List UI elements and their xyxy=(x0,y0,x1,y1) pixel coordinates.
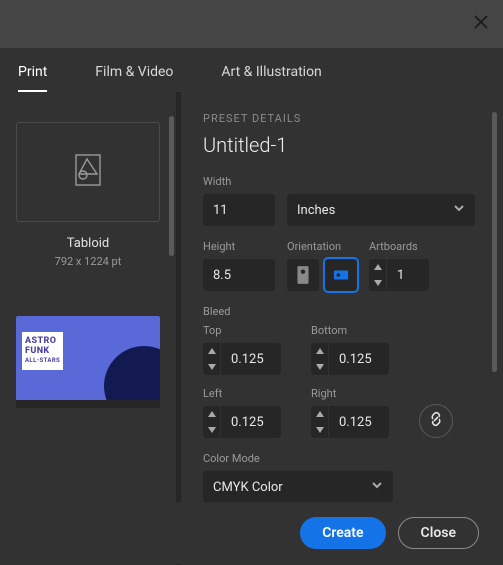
preset-card-tabloid[interactable]: Tabloid 792 x 1224 pt xyxy=(16,122,160,268)
bleed-left-label: Left xyxy=(203,387,293,400)
bleed-left-value: 0.125 xyxy=(221,406,281,438)
height-input[interactable]: 8.5 xyxy=(203,259,275,291)
stepper-down-icon[interactable] xyxy=(311,422,328,438)
stepper-up-icon[interactable] xyxy=(369,259,386,275)
bleed-label: Bleed xyxy=(203,305,475,318)
bleed-top-value: 0.125 xyxy=(221,343,281,375)
bleed-bottom-stepper[interactable]: 0.125 xyxy=(311,343,401,375)
chevron-down-icon xyxy=(453,202,465,218)
close-icon[interactable] xyxy=(473,14,489,34)
artboards-value: 1 xyxy=(387,259,429,291)
artboards-label: Artboards xyxy=(369,240,429,253)
bleed-top-stepper[interactable]: 0.125 xyxy=(203,343,293,375)
orientation-portrait[interactable] xyxy=(287,259,319,291)
preset-size: 792 x 1224 pt xyxy=(16,255,160,268)
bleed-bottom-label: Bottom xyxy=(311,324,401,337)
details-header: PRESET DETAILS xyxy=(203,112,475,125)
link-icon xyxy=(428,411,444,431)
details-scrollbar[interactable] xyxy=(492,112,497,372)
color-mode-select[interactable]: CMYK Color xyxy=(203,471,393,503)
tab-film-video[interactable]: Film & Video xyxy=(95,64,173,92)
stepper-down-icon[interactable] xyxy=(369,275,386,291)
preset-details-panel: PRESET DETAILS Untitled-1 Width 11 Inche… xyxy=(176,92,503,565)
stepper-down-icon[interactable] xyxy=(203,422,220,438)
width-label: Width xyxy=(203,175,475,188)
bleed-right-stepper[interactable]: 0.125 xyxy=(311,406,401,438)
tab-print[interactable]: Print xyxy=(18,64,47,92)
bleed-left-stepper[interactable]: 0.125 xyxy=(203,406,293,438)
orientation-landscape[interactable] xyxy=(325,259,357,291)
tab-art-illustration[interactable]: Art & Illustration xyxy=(221,64,321,92)
link-bleed-button[interactable] xyxy=(419,404,453,438)
artboards-stepper[interactable]: 1 xyxy=(369,259,429,291)
template-thumbnail[interactable]: ASTRO FUNK ALL-STARS xyxy=(16,316,160,408)
stepper-up-icon[interactable] xyxy=(203,406,220,422)
color-mode-value: CMYK Color xyxy=(213,480,283,495)
document-name[interactable]: Untitled-1 xyxy=(203,133,475,157)
width-input[interactable]: 11 xyxy=(203,194,275,226)
units-select[interactable]: Inches xyxy=(287,194,475,226)
bleed-right-label: Right xyxy=(311,387,401,400)
bleed-bottom-value: 0.125 xyxy=(329,343,389,375)
thumbnail-text: ASTRO FUNK ALL-STARS xyxy=(22,332,63,370)
sidebar-scrollbar[interactable] xyxy=(169,116,174,256)
category-tabs: Print Film & Video Art & Illustration xyxy=(0,48,503,92)
height-label: Height xyxy=(203,240,275,253)
stepper-up-icon[interactable] xyxy=(203,343,220,359)
stepper-down-icon[interactable] xyxy=(311,359,328,375)
chevron-down-icon xyxy=(371,479,383,495)
bleed-top-label: Top xyxy=(203,324,293,337)
orientation-label: Orientation xyxy=(287,240,357,253)
stepper-down-icon[interactable] xyxy=(203,359,220,375)
document-icon xyxy=(67,149,109,195)
preset-sidebar: Tabloid 792 x 1224 pt ASTRO FUNK ALL-STA… xyxy=(0,92,176,565)
stepper-up-icon[interactable] xyxy=(311,406,328,422)
close-button[interactable]: Close xyxy=(398,517,479,549)
units-value: Inches xyxy=(297,203,335,218)
stepper-up-icon[interactable] xyxy=(311,343,328,359)
dialog-footer: Create Close xyxy=(176,502,503,564)
bleed-right-value: 0.125 xyxy=(329,406,389,438)
color-mode-label: Color Mode xyxy=(203,452,475,465)
preset-name: Tabloid xyxy=(16,236,160,251)
create-button[interactable]: Create xyxy=(300,517,385,549)
